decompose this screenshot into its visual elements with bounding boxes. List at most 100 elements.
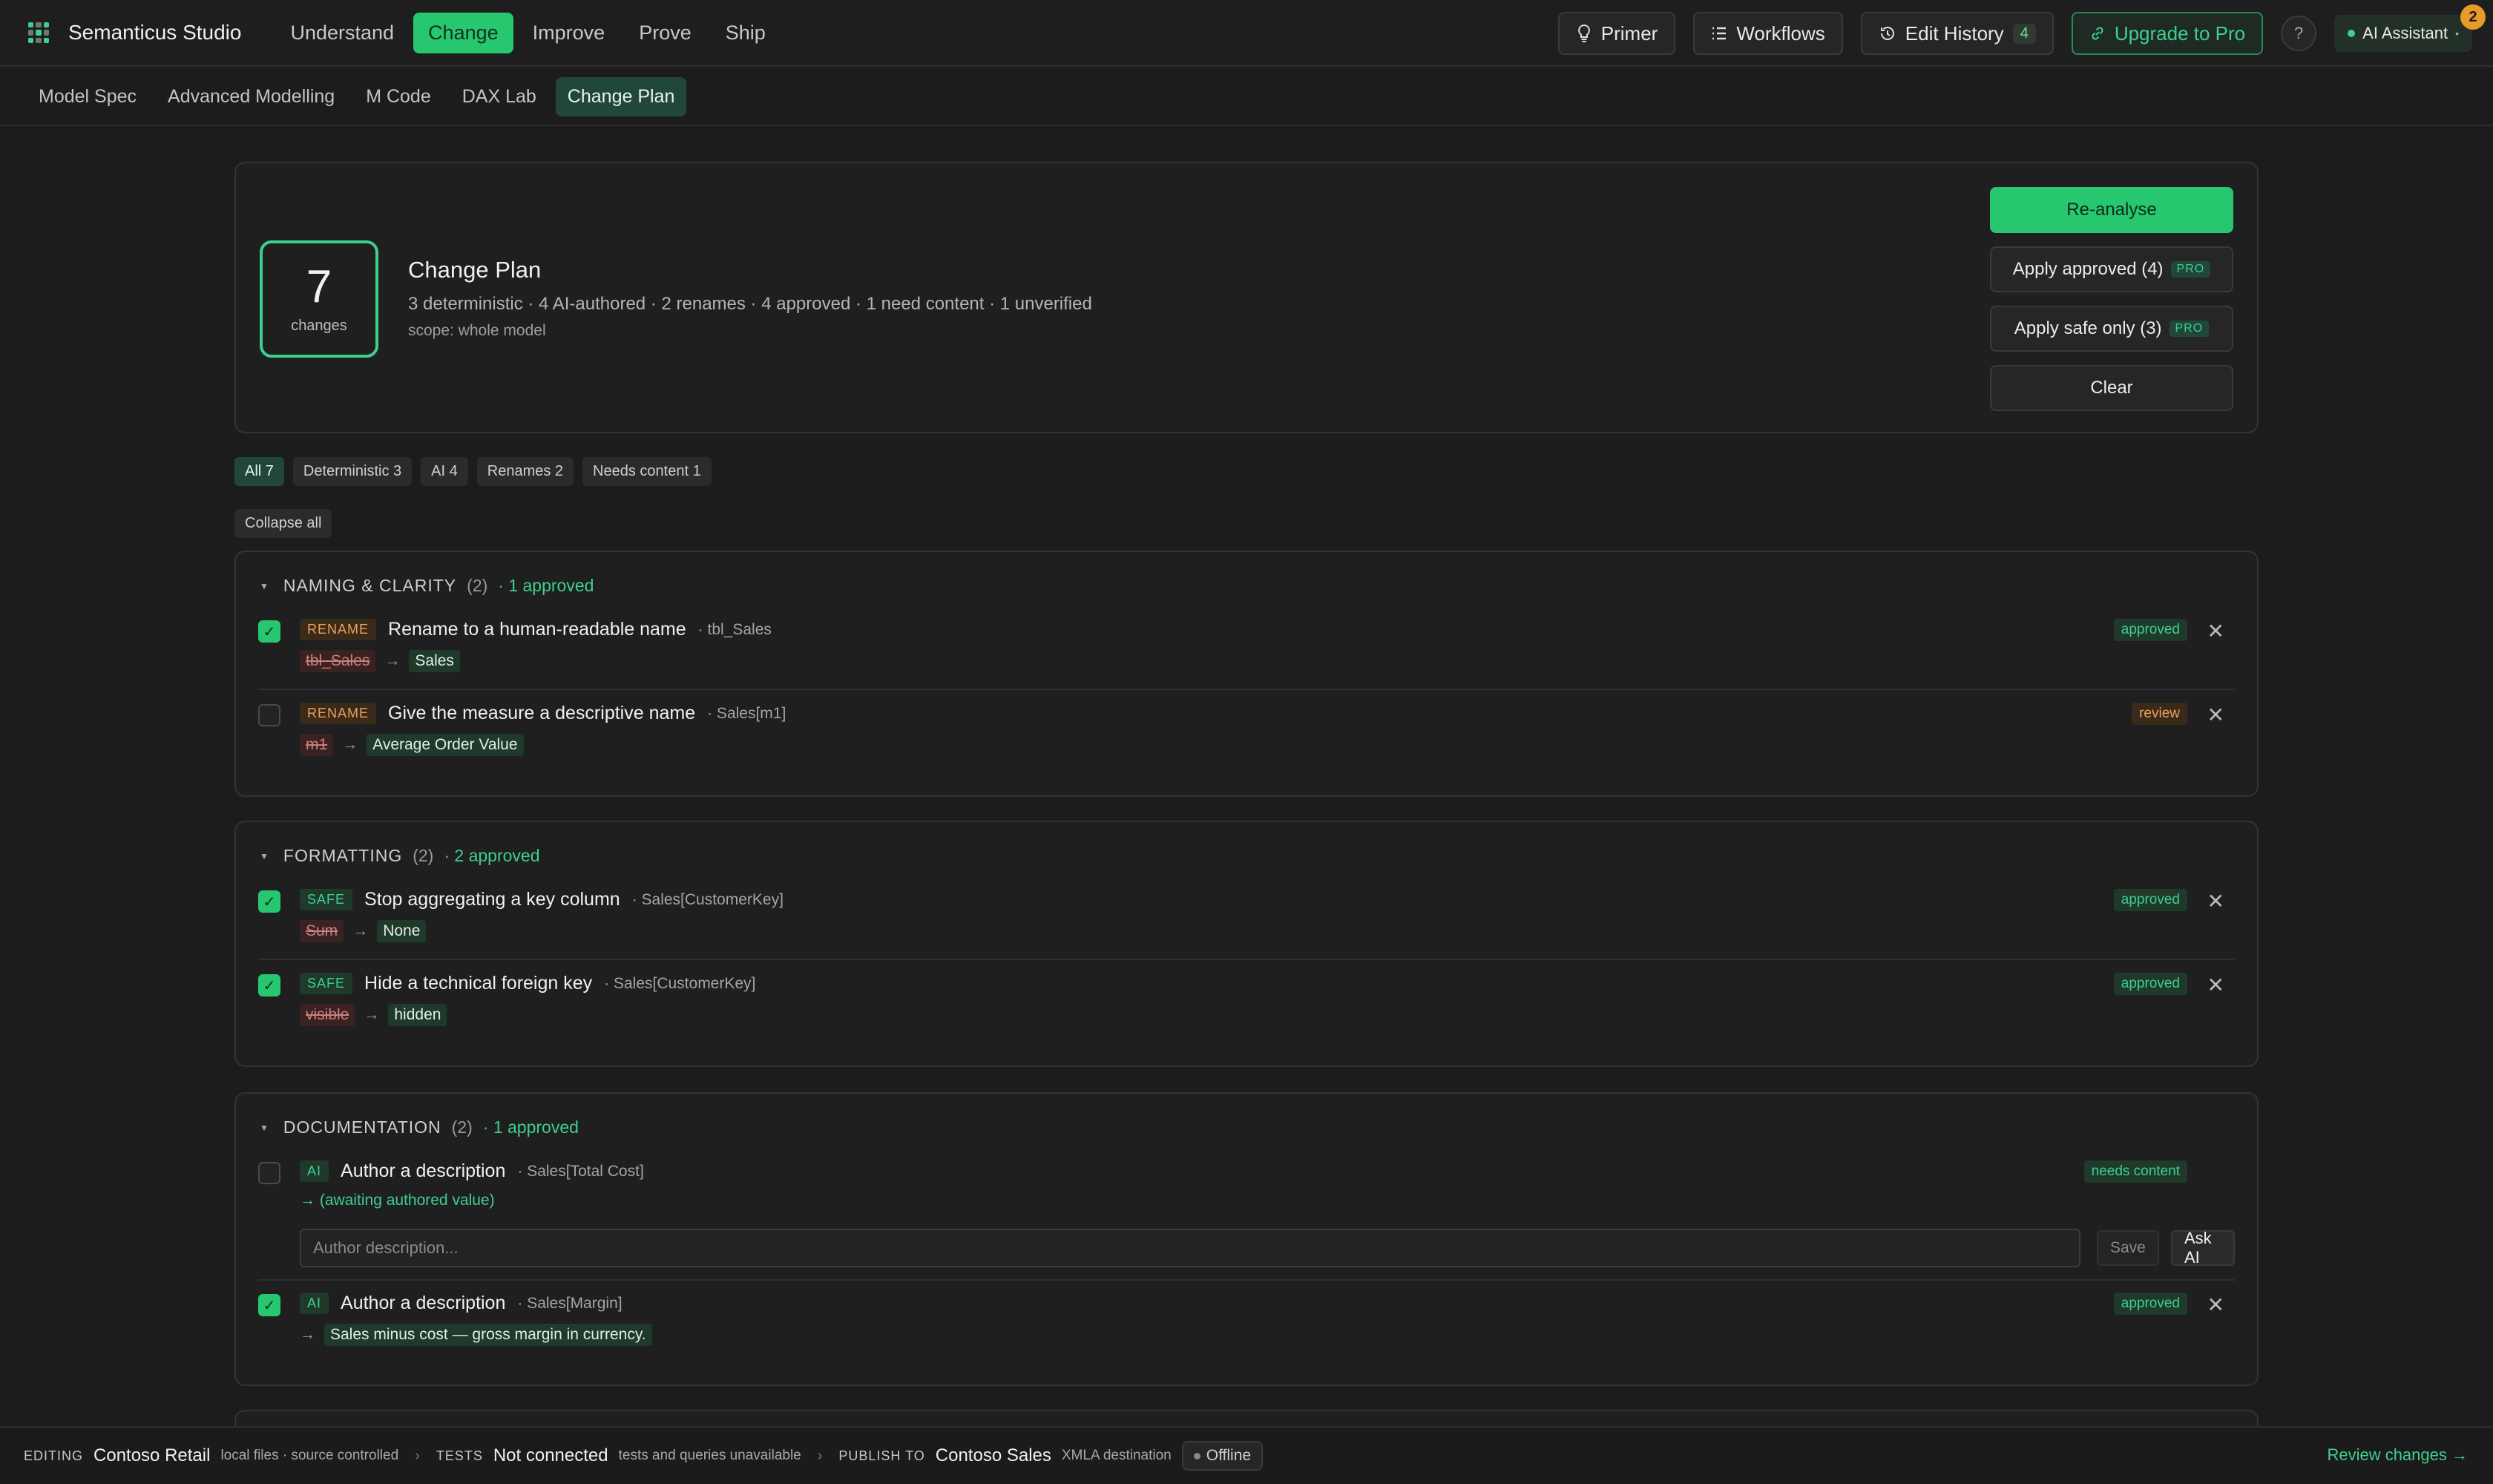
edit-history-label: Edit History (1905, 22, 2004, 45)
ai-assistant-label: AI Assistant (2362, 24, 2448, 42)
edit-history-count: 4 (2012, 23, 2036, 44)
app-logo-icon[interactable] (28, 22, 49, 43)
primer-button[interactable]: Primer (1557, 12, 1676, 55)
approve-checkbox[interactable]: ✓ (258, 890, 280, 913)
approve-checkbox[interactable] (258, 1162, 280, 1184)
page-title: Change Plan (408, 257, 542, 283)
close-icon[interactable]: ✕ (2207, 889, 2224, 913)
filter-deterministic[interactable]: Deterministic 3 (292, 457, 413, 486)
change-count-box: 7 changes (260, 240, 378, 358)
clear-button[interactable]: Clear (1990, 365, 2233, 411)
change-count: 7 (306, 260, 332, 312)
chevron-right-icon: › (415, 1447, 420, 1464)
nav-ship[interactable]: Ship (711, 13, 781, 53)
history-icon (1880, 27, 1894, 40)
workflows-button[interactable]: Workflows (1693, 12, 1843, 55)
apply-approved-button[interactable]: Apply approved (4) PRO (1990, 246, 2233, 292)
group-approved: · 1 approved (482, 1117, 579, 1137)
change-type-tag: AI (300, 1160, 329, 1182)
sub-nav: Model Spec Advanced Modelling M Code DAX… (0, 68, 2493, 126)
change-type-tag: RENAME (300, 703, 377, 724)
group-approved: · 1 approved (498, 576, 594, 595)
close-icon[interactable]: ✕ (2207, 1293, 2224, 1317)
chevron-down-icon[interactable]: ▼ (260, 851, 269, 861)
editing-value[interactable]: Contoso Retail (93, 1445, 210, 1466)
filter-renames[interactable]: Renames 2 (476, 457, 574, 486)
filter-ai[interactable]: AI 4 (421, 457, 468, 486)
chevron-right-icon: › (817, 1447, 823, 1464)
apply-safe-button[interactable]: Apply safe only (3) PRO (1990, 306, 2233, 352)
collapse-all-button[interactable]: Collapse all (234, 509, 332, 538)
tests-note: tests and queries unavailable (618, 1448, 801, 1463)
editing-note: local files · source controlled (220, 1448, 399, 1463)
close-icon[interactable]: ✕ (2207, 703, 2224, 727)
change-type-tag: SAFE (300, 889, 353, 910)
close-icon[interactable]: ✕ (2207, 973, 2224, 997)
ask-ai-button[interactable]: Ask AI (2171, 1229, 2235, 1267)
awaiting-value: → (awaiting authored value) (300, 1192, 495, 1209)
status-badge: review (2132, 703, 2187, 725)
tab-advanced-modelling[interactable]: Advanced Modelling (156, 77, 346, 116)
change-target: · Sales[CustomerKey] (631, 890, 784, 908)
editing-key: EDITING (24, 1448, 84, 1463)
old-value: Sum (300, 920, 344, 942)
tab-m-code[interactable]: M Code (354, 77, 443, 116)
nav-improve[interactable]: Improve (518, 13, 620, 53)
filter-all[interactable]: All 7 (234, 457, 284, 486)
tab-change-plan[interactable]: Change Plan (555, 76, 687, 116)
status-badge: approved (2113, 889, 2187, 911)
edit-history-button[interactable]: Edit History 4 (1860, 12, 2054, 55)
upgrade-button[interactable]: Upgrade to Pro (2071, 12, 2264, 55)
tab-model-spec[interactable]: Model Spec (27, 77, 148, 116)
approve-checkbox[interactable]: ✓ (258, 974, 280, 997)
summary-scope: scope: whole model (408, 322, 546, 339)
approve-checkbox[interactable] (258, 704, 280, 726)
group-header[interactable]: ▼ DOCUMENTATION (2) · 1 approved (260, 1117, 579, 1137)
change-title: Author a description (341, 1293, 506, 1313)
group-count: (2) (413, 846, 434, 865)
nav-prove[interactable]: Prove (624, 13, 706, 53)
nav-change[interactable]: Change (413, 12, 513, 53)
change-type-tag: RENAME (300, 619, 377, 640)
group-title: FORMATTING (283, 846, 403, 865)
offline-label: Offline (1206, 1447, 1252, 1464)
new-value: hidden (388, 1004, 447, 1026)
nav-understand[interactable]: Understand (275, 13, 409, 53)
reanalyse-button[interactable]: Re-analyse (1990, 187, 2233, 233)
status-badge: approved (2113, 619, 2187, 641)
help-button[interactable]: ? (2281, 16, 2317, 51)
change-target: · Sales[m1] (707, 704, 786, 722)
chevron-down-icon[interactable]: ▼ (260, 581, 269, 591)
publish-note: XMLA destination (1061, 1448, 1172, 1463)
description-input[interactable] (300, 1229, 2080, 1267)
close-icon[interactable]: ✕ (2207, 619, 2224, 643)
change-target: · tbl_Sales (697, 620, 772, 638)
publish-value[interactable]: Contoso Sales (936, 1445, 1051, 1466)
approve-checkbox[interactable]: ✓ (258, 1294, 280, 1316)
workflows-label: Workflows (1736, 22, 1825, 45)
approve-checkbox[interactable]: ✓ (258, 620, 280, 643)
save-button[interactable]: Save (2097, 1230, 2159, 1266)
group-naming-clarity: ▼ NAMING & CLARITY (2) · 1 approved ✓ RE… (234, 551, 2259, 797)
offline-status-button[interactable]: Offline (1181, 1441, 1264, 1471)
tab-dax-lab[interactable]: DAX Lab (450, 77, 548, 116)
tests-value[interactable]: Not connected (493, 1445, 608, 1466)
group-count: (2) (467, 576, 488, 595)
group-title: DOCUMENTATION (283, 1117, 441, 1137)
chevron-down-icon[interactable]: ▼ (260, 1123, 269, 1133)
ai-assistant-button[interactable]: AI Assistant • 2 (2334, 4, 2486, 52)
group-header[interactable]: ▼ FORMATTING (2) · 2 approved (260, 846, 540, 866)
review-changes-link[interactable]: Review changes → (2327, 1445, 2468, 1465)
arrow-icon: → (342, 736, 358, 753)
offline-dot-icon (1193, 1452, 1200, 1460)
change-plan-summary: 7 changes Change Plan 3 deterministic · … (234, 162, 2259, 433)
link-icon (2092, 27, 2103, 40)
app-brand: Semanticus Studio (68, 21, 242, 44)
filter-needs-content[interactable]: Needs content 1 (582, 457, 712, 486)
new-value: Sales (409, 650, 460, 672)
group-header[interactable]: ▼ NAMING & CLARITY (2) · 1 approved (260, 576, 594, 596)
old-value: tbl_Sales (300, 650, 376, 672)
change-title: Hide a technical foreign key (364, 973, 593, 994)
arrow-icon: → (364, 1006, 380, 1023)
change-title: Rename to a human-readable name (388, 619, 686, 640)
